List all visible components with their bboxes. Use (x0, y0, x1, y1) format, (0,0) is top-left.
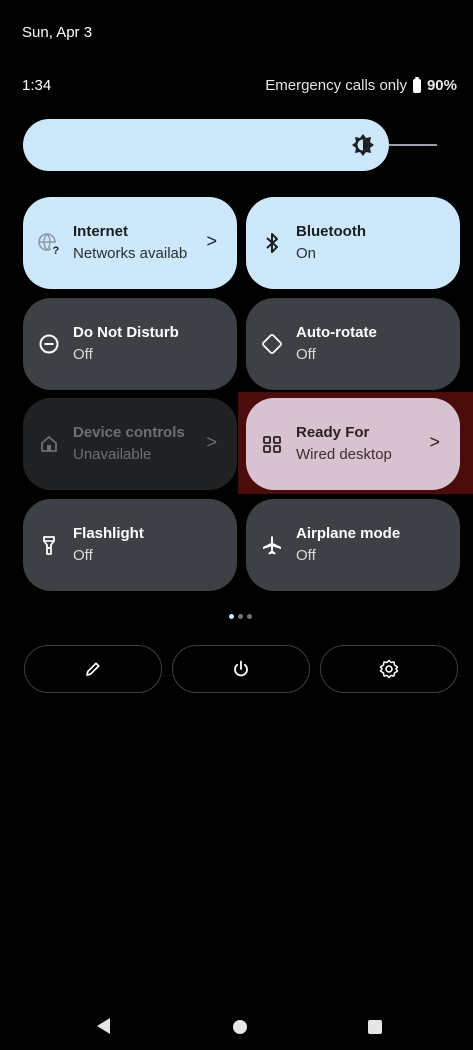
tile-flashlight[interactable]: Flashlight Off (23, 499, 237, 591)
svg-text:?: ? (53, 245, 60, 255)
tile-title: Do Not Disturb (73, 324, 179, 341)
tile-auto-rotate[interactable]: Auto-rotate Off (246, 298, 460, 390)
home-nav-icon[interactable] (233, 1020, 247, 1034)
auto-rotate-icon (260, 332, 284, 356)
back-icon[interactable] (97, 1018, 110, 1034)
page-indicator (229, 614, 252, 619)
tile-subtitle: Unavailable (73, 446, 152, 463)
chevron-right-icon: > (206, 432, 217, 452)
page-dot (247, 614, 252, 619)
tile-airplane-mode[interactable]: Airplane mode Off (246, 499, 460, 591)
status-date: Sun, Apr 3 (22, 24, 93, 41)
tile-title: Internet (73, 223, 129, 240)
chevron-right-icon: > (206, 231, 217, 251)
tile-device-controls[interactable]: Device controls Unavailable > (23, 398, 237, 490)
home-icon (37, 432, 61, 456)
edit-button[interactable] (24, 645, 162, 693)
battery-percent: 90% (426, 77, 457, 94)
tile-subtitle: Off (73, 547, 93, 564)
do-not-disturb-icon (37, 332, 61, 356)
tile-title: Device controls (73, 424, 185, 441)
brightness-slider[interactable] (23, 119, 389, 171)
status-time: 1:34 (22, 77, 52, 94)
tile-subtitle: Off (296, 547, 316, 564)
recents-icon[interactable] (368, 1020, 382, 1034)
edit-icon (83, 659, 103, 679)
tile-title: Airplane mode (296, 525, 401, 542)
tile-title: Ready For (296, 424, 370, 441)
tile-do-not-disturb[interactable]: Do Not Disturb Off (23, 298, 237, 390)
settings-icon (379, 659, 399, 679)
page-dot-active (229, 614, 234, 619)
status-right: Emergency calls only 90% (265, 76, 457, 94)
tile-bluetooth[interactable]: Bluetooth On (246, 197, 460, 289)
grid-icon (260, 432, 284, 456)
power-button[interactable] (172, 645, 310, 693)
tile-subtitle: Wired desktop (296, 446, 392, 463)
tile-title: Bluetooth (296, 223, 366, 240)
battery-icon (412, 76, 421, 93)
chevron-right-icon: > (429, 432, 440, 452)
page-dot (238, 614, 243, 619)
tile-title: Auto-rotate (296, 324, 377, 341)
tile-subtitle: Networks availab (73, 245, 188, 262)
bluetooth-icon (260, 231, 284, 255)
flashlight-icon (37, 533, 61, 557)
airplane-icon (260, 533, 284, 557)
internet-unknown-icon: ? (37, 231, 61, 255)
carrier-text: Emergency calls only (265, 77, 407, 94)
tile-subtitle: On (296, 245, 317, 262)
brightness-track[interactable] (389, 144, 437, 146)
brightness-icon (350, 132, 376, 158)
tile-subtitle: Off (73, 346, 93, 363)
tile-ready-for[interactable]: Ready For Wired desktop > (246, 398, 460, 490)
power-icon (231, 659, 251, 679)
tile-title: Flashlight (73, 525, 144, 542)
tile-internet[interactable]: ? Internet Networks availab > (23, 197, 237, 289)
quick-settings-panel: Sun, Apr 3 1:34 Emergency calls only 90%… (0, 0, 473, 1050)
tile-subtitle: Off (296, 346, 316, 363)
settings-button[interactable] (320, 645, 458, 693)
